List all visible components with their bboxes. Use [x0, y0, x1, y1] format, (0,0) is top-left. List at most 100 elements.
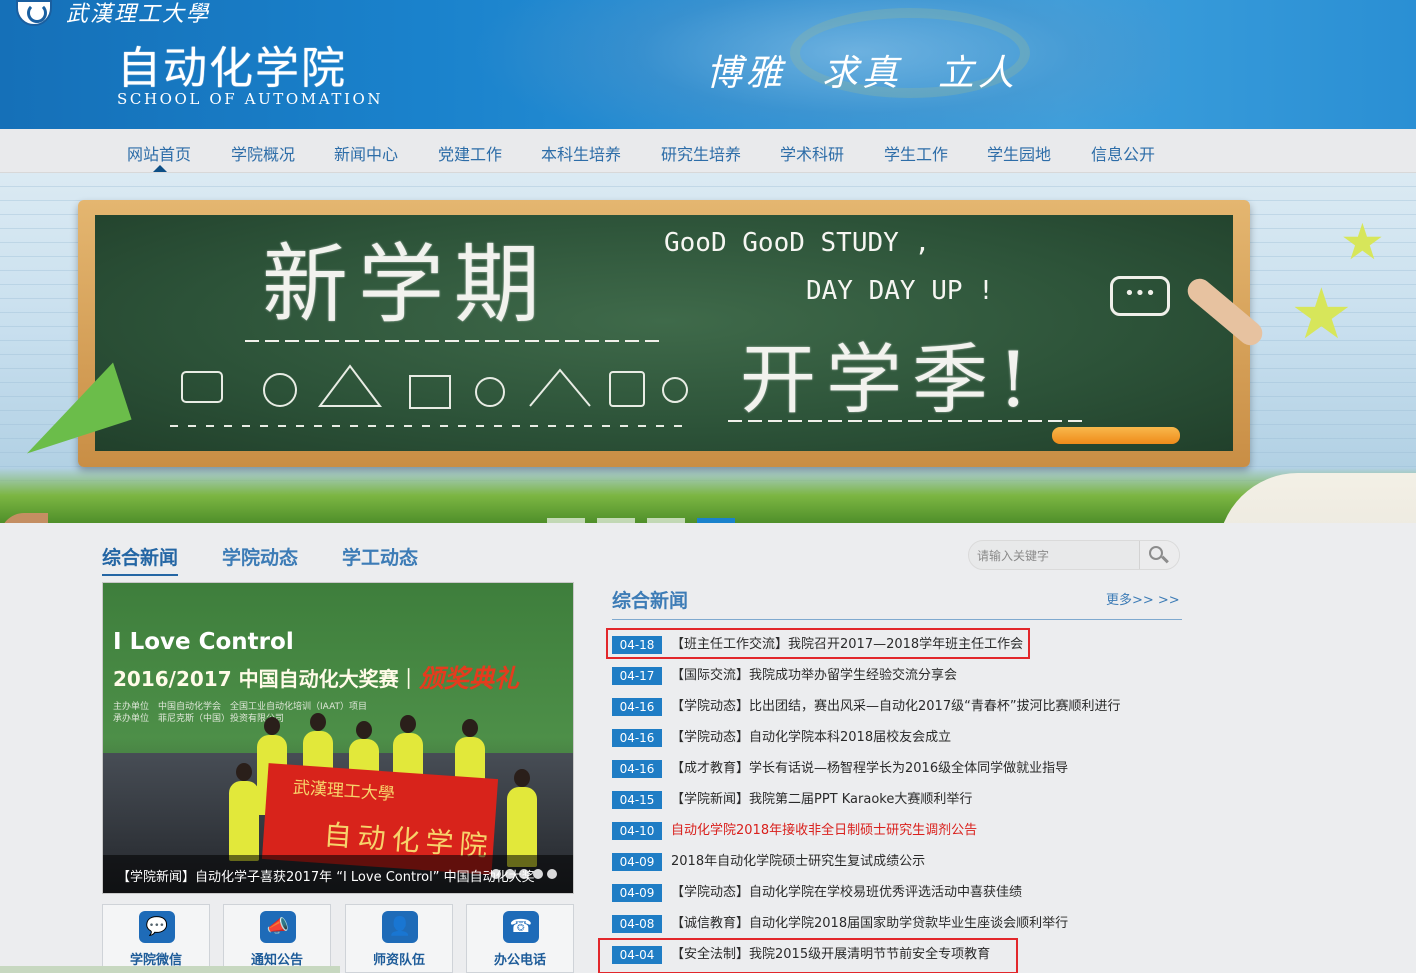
tab-general-news[interactable]: 综合新闻 — [102, 543, 179, 576]
nav-item-home[interactable]: 网站首页 — [127, 141, 191, 165]
quick-link-label: 师资队伍 — [372, 953, 425, 968]
news-heading: 综合新闻 — [612, 590, 689, 612]
search-box — [968, 540, 1180, 570]
nav-item-overview[interactable]: 学院概况 — [231, 141, 295, 165]
wechat-icon: 💬 — [139, 911, 175, 943]
news-title-link[interactable]: 自动化学院2018年接收非全日制硕士研究生调剂公告 — [671, 822, 977, 840]
news-list-item[interactable]: 04-15 【学院新闻】我院第二届PPT Karaoke大赛顺利举行 — [612, 789, 1212, 811]
photo-organizer-line: 主办单位 中国自动化学会 全国工业自动化培训（IAAT）项目 — [113, 702, 368, 712]
school-name-cn[interactable]: 自动化学院 — [117, 32, 347, 96]
school-motto: 博雅 求真 立人 — [706, 44, 1054, 96]
search-icon-handle — [1161, 555, 1169, 564]
nav-item-party[interactable]: 党建工作 — [438, 141, 502, 165]
news-more-link[interactable]: 更多>> >> — [1106, 589, 1180, 608]
school-name-en: SCHOOL OF AUTOMATION — [117, 90, 384, 108]
banner-subheadline: 开学季! — [740, 335, 1039, 424]
news-list-item[interactable]: 04-09 【学院动态】自动化学院在学校易班优秀评选活动中喜获佳绩 — [612, 882, 1212, 904]
motto-word: 博雅 — [706, 53, 787, 94]
news-title-link[interactable]: 【学院动态】自动化学院在学校易班优秀评选活动中喜获佳绩 — [671, 884, 1022, 902]
news-date-badge: 04-16 — [612, 698, 662, 716]
news-title-link[interactable]: 【学院新闻】我院第二届PPT Karaoke大赛顺利举行 — [671, 791, 972, 809]
news-date-badge: 04-15 — [612, 791, 662, 809]
photo-organizers: 主办单位 中国自动化学会 全国工业自动化培训（IAAT）项目 承办单位 菲尼克斯… — [113, 701, 367, 725]
nav-item-info-disclosure[interactable]: 信息公开 — [1091, 141, 1155, 165]
news-title-link[interactable]: 【学院动态】自动化学院本科2018届校友会成立 — [671, 729, 951, 747]
news-date-badge: 04-09 — [612, 884, 662, 902]
footer-strip — [0, 966, 340, 973]
nav-item-undergrad[interactable]: 本科生培养 — [541, 141, 621, 165]
photo-pagination — [491, 869, 557, 879]
news-date-badge: 04-16 — [612, 729, 662, 747]
featured-news-photo[interactable]: I Love Control 2016/2017 中国自动化大奖赛｜ 颁奖典礼 … — [102, 582, 574, 894]
search-input[interactable] — [977, 545, 1137, 567]
news-list-item[interactable]: 04-08 【诚信教育】自动化学院2018届国家助学贷款毕业生座谈会顺利举行 — [612, 913, 1212, 935]
nav-item-student-garden[interactable]: 学生园地 — [987, 141, 1051, 165]
nav-item-graduate[interactable]: 研究生培养 — [661, 141, 741, 165]
photo-dot[interactable] — [491, 869, 501, 879]
person-figure — [229, 763, 259, 861]
school-doodles-icon — [170, 364, 690, 427]
banner-pagination — [547, 518, 735, 523]
slide-dot-active[interactable] — [697, 518, 735, 523]
chalk-underline — [245, 340, 665, 342]
photo-title-ceremony: 颁奖典礼 — [419, 664, 520, 693]
banner-slogan-1: GooD GooD STUDY , — [664, 228, 931, 258]
active-nav-indicator — [153, 165, 167, 172]
news-date-badge: 04-16 — [612, 760, 662, 778]
banner-grass — [0, 468, 1416, 523]
slide-dot[interactable] — [597, 518, 635, 523]
quick-link-label: 办公电话 — [493, 953, 546, 968]
university-logo-icon[interactable] — [16, 0, 52, 26]
news-date-badge: 04-17 — [612, 667, 662, 685]
photo-title-en: I Love Control — [113, 629, 294, 655]
tab-student-work-updates[interactable]: 学工动态 — [342, 543, 418, 570]
news-list-item[interactable]: 04-09 2018年自动化学院硕士研究生复试成绩公示 — [612, 851, 1212, 873]
slide-dot[interactable] — [647, 518, 685, 523]
news-list-item[interactable]: 04-16 【学院动态】比出团结，赛出风采—自动化2017级“青春杯”拔河比赛顺利… — [612, 696, 1212, 718]
news-title-link[interactable]: 【国际交流】我院成功举办留学生经验交流分享会 — [671, 667, 957, 685]
highlight-box — [606, 628, 1030, 659]
news-divider — [612, 619, 1182, 620]
quick-link-notice[interactable]: 📣 通知公告 — [223, 904, 331, 973]
quick-link-faculty[interactable]: 👤 师资队伍 — [345, 904, 453, 973]
photo-dot[interactable] — [519, 869, 529, 879]
banner-headline: 新学期 — [262, 235, 550, 335]
site-header: 武漢理工大學 自动化学院 SCHOOL OF AUTOMATION 博雅 求真 立人 — [0, 0, 1416, 129]
flag-university: 武漢理工大學 — [292, 777, 396, 805]
news-list-item[interactable]: 04-16 【学院动态】自动化学院本科2018届校友会成立 — [612, 727, 1212, 749]
news-title-link[interactable]: 2018年自动化学院硕士研究生复试成绩公示 — [671, 853, 925, 871]
banner-slideshow[interactable]: ★ ★ — [0, 173, 1416, 523]
news-list-item[interactable]: 04-16 【成才教育】学长有话说—杨智程学长为2016级全体同学做就业指导 — [612, 758, 1212, 780]
phone-icon: ☎ — [503, 911, 539, 943]
quick-link-wechat[interactable]: 💬 学院微信 — [102, 904, 210, 973]
photo-organizer-line: 承办单位 菲尼克斯（中国）投资有限公司 — [113, 714, 285, 724]
search-button[interactable] — [1139, 541, 1179, 569]
news-list-item[interactable]: 04-17 【国际交流】我院成功举办留学生经验交流分享会 — [612, 665, 1212, 687]
highlight-box — [598, 938, 1018, 973]
nav-item-news[interactable]: 新闻中心 — [334, 141, 398, 165]
star-icon: ★ — [1340, 213, 1385, 271]
nav-item-research[interactable]: 学术科研 — [780, 141, 844, 165]
tab-college-updates[interactable]: 学院动态 — [222, 543, 298, 570]
photo-dot[interactable] — [533, 869, 543, 879]
university-name[interactable]: 武漢理工大學 — [66, 0, 210, 28]
motto-word: 求真 — [822, 53, 903, 94]
news-title-link[interactable]: 【学院动态】比出团结，赛出风采—自动化2017级“青春杯”拔河比赛顺利进行 — [671, 698, 1121, 716]
news-title-link[interactable]: 【成才教育】学长有话说—杨智程学长为2016级全体同学做就业指导 — [671, 760, 1068, 778]
news-list-item[interactable]: 04-10 自动化学院2018年接收非全日制硕士研究生调剂公告 — [612, 820, 1212, 842]
news-title-link[interactable]: 【诚信教育】自动化学院2018届国家助学贷款毕业生座谈会顺利举行 — [671, 915, 1068, 933]
notice-icon: 📣 — [260, 911, 296, 943]
star-icon: ★ — [1290, 273, 1353, 355]
news-date-badge: 04-08 — [612, 915, 662, 933]
nav-item-student-affairs[interactable]: 学生工作 — [884, 141, 948, 165]
chalk-stick — [1052, 427, 1180, 444]
chalk-underline — [728, 420, 1084, 422]
photo-dot[interactable] — [505, 869, 515, 879]
news-date-badge: 04-09 — [612, 853, 662, 871]
quick-link-phone[interactable]: ☎ 办公电话 — [466, 904, 574, 973]
speech-bubble-icon: ••• — [1110, 276, 1170, 316]
photo-dot[interactable] — [547, 869, 557, 879]
photo-title-event: 2016/2017 中国自动化大奖赛｜ — [113, 667, 419, 691]
main-nav: 网站首页 学院概况 新闻中心 党建工作 本科生培养 研究生培养 学术科研 学生工… — [0, 129, 1416, 173]
slide-dot[interactable] — [547, 518, 585, 523]
